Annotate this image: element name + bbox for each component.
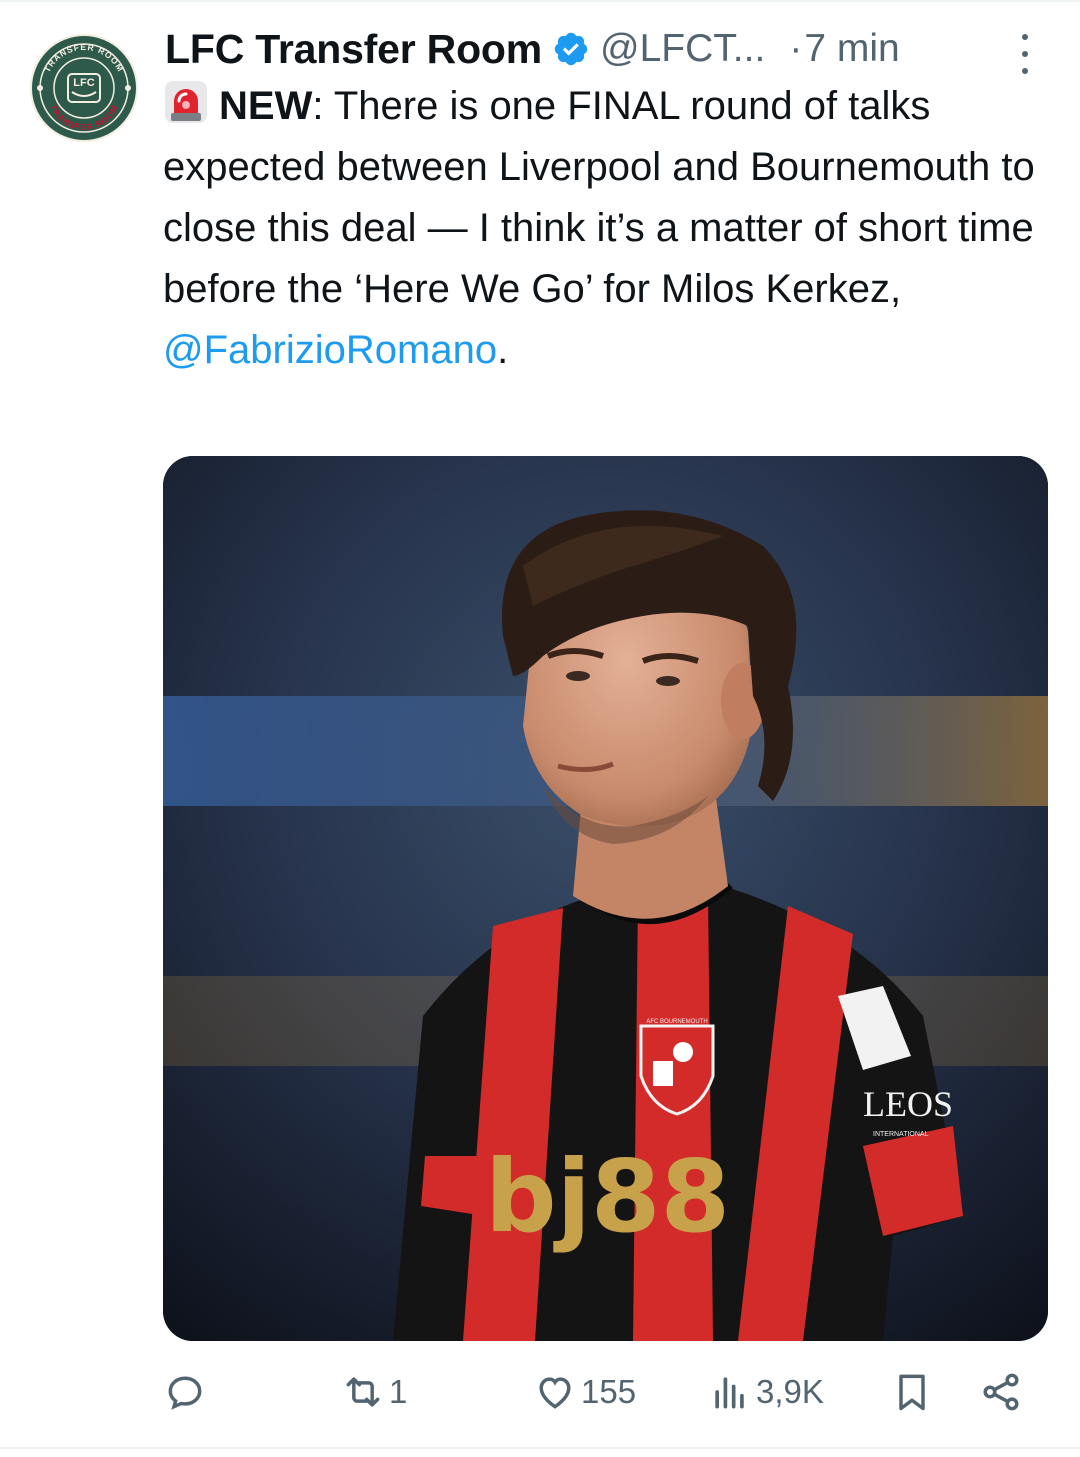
reply-icon [168,1376,202,1410]
tweet-header: LFC Transfer Room @LFCT... · 7 min [165,20,1045,78]
sleeve-sponsor-sub: INTERNATIONAL [873,1131,929,1138]
action-bar: 1 155 3,9K [163,1362,1048,1422]
tweet-media-image[interactable]: AFC BOURNEMOUTH bj88 LEOS INTERNATIONAL [163,456,1048,1341]
retweet-count: 1 [389,1373,408,1410]
like-count: 155 [581,1373,637,1410]
views-icon [715,1377,744,1409]
share-icon [983,1373,1019,1411]
tweet-text: NEW: There is one FINAL round of talks e… [163,76,1058,381]
share-button[interactable] [979,1362,1023,1422]
tweet-label-new: NEW [219,84,313,128]
siren-icon [163,79,209,125]
bottom-divider [0,1447,1080,1449]
bookmark-button[interactable] [890,1362,934,1422]
more-icon[interactable] [1010,34,1040,74]
like-button[interactable]: 155 [533,1362,636,1422]
avatar-crest: LFC [73,77,94,89]
handle[interactable]: @LFCT... [600,27,765,71]
reply-button[interactable] [163,1362,211,1422]
retweet-button[interactable]: 1 [341,1362,407,1422]
retweet-icon [346,1377,380,1407]
top-divider [0,0,1080,2]
player-photo: AFC BOURNEMOUTH bj88 LEOS INTERNATIONAL [163,456,1048,1341]
avatar-logo: TRANSFER ROOM TRANSFER ROOM LFC [32,36,136,140]
bookmark-icon [899,1374,925,1411]
mention-link[interactable]: @FabrizioRomano [163,328,497,372]
crest-text: AFC BOURNEMOUTH [646,1019,707,1025]
shirt-sponsor: bj88 [485,1138,730,1255]
verified-badge-icon [552,30,590,68]
tweet-end: . [497,328,509,372]
timestamp[interactable]: 7 min [804,27,899,71]
views-button[interactable]: 3,9K [708,1362,824,1422]
avatar[interactable]: TRANSFER ROOM TRANSFER ROOM LFC [30,34,138,142]
display-name[interactable]: LFC Transfer Room [165,26,542,73]
separator-dot: · [789,27,803,70]
sleeve-sponsor-text: LEOS [863,1084,953,1124]
like-icon [539,1377,571,1409]
views-count: 3,9K [756,1373,824,1410]
